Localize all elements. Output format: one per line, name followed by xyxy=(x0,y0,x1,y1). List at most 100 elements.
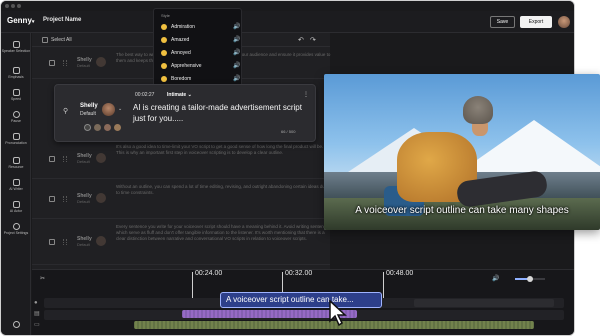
window-dot-close[interactable] xyxy=(5,4,9,8)
row-avatar xyxy=(96,193,106,203)
video-person-hat xyxy=(463,96,493,124)
resource-icon xyxy=(12,157,20,164)
speed-icon xyxy=(12,89,20,96)
help-icon xyxy=(12,321,20,328)
track-clip[interactable] xyxy=(414,299,554,307)
pin-icon[interactable]: ⚲ xyxy=(63,107,68,115)
row-text[interactable]: Without an outline, you can spend a lot … xyxy=(116,184,331,196)
style-dropdown: Style Admiration 🔊 Amazed 🔊 Annoyed 🔊 Ap… xyxy=(153,8,242,88)
drag-handle-icon[interactable] xyxy=(63,196,67,202)
style-dropdown-title: Style xyxy=(161,13,170,18)
sidebar-item-pause[interactable]: Pause xyxy=(1,111,31,123)
timeline-mark: 00:24.00 xyxy=(195,270,223,277)
speaker-icon xyxy=(12,41,20,48)
video-caption: A voiceover script outline can take many… xyxy=(355,205,569,216)
row-avatar xyxy=(96,153,106,163)
preview-speaker-icon[interactable]: 🔊 xyxy=(233,76,240,82)
redo-icon[interactable]: ↷ xyxy=(310,36,316,44)
row-avatar xyxy=(96,57,106,67)
drag-handle-icon[interactable] xyxy=(63,60,67,66)
editor-speaker-name[interactable]: Shelly xyxy=(80,103,98,109)
mouse-cursor-icon xyxy=(329,300,347,326)
row-speaker-style: Default xyxy=(77,199,90,204)
help-button[interactable] xyxy=(1,321,31,329)
caption-clip[interactable]: A voiceover script outline can take... xyxy=(220,292,382,308)
mini-avatar[interactable] xyxy=(94,124,101,131)
sidebar-item-speaker-selection[interactable]: Speaker Selection xyxy=(1,41,31,53)
style-option-admiration[interactable]: Admiration 🔊 xyxy=(161,22,240,34)
pause-icon xyxy=(12,111,20,118)
smile-icon xyxy=(161,50,167,56)
preview-speaker-icon[interactable]: 🔊 xyxy=(233,50,240,56)
track-icons: ● ▤ ▭ xyxy=(34,298,40,331)
editor-speaker-avatar[interactable] xyxy=(102,103,115,116)
row-checkbox[interactable] xyxy=(49,60,55,66)
timeline-tick xyxy=(192,272,193,298)
zoom-slider[interactable] xyxy=(515,276,545,282)
window-chrome xyxy=(1,1,574,11)
row-speaker-style: Default xyxy=(77,63,90,68)
speaker-chevron-down-icon[interactable]: ⌄ xyxy=(118,106,122,112)
list-item[interactable]: Shelly Default It's also a good idea to … xyxy=(32,141,330,179)
select-all-label: Select All xyxy=(51,37,72,43)
top-bar: Genny▾ Project Name Save Export xyxy=(1,11,574,33)
row-checkbox[interactable] xyxy=(49,196,55,202)
style-chevron-down-icon: ⌄ xyxy=(187,92,192,98)
style-option-annoyed[interactable]: Annoyed 🔊 xyxy=(161,48,240,60)
mini-avatar[interactable] xyxy=(114,124,121,131)
emphasis-icon xyxy=(12,67,20,74)
row-speaker-style: Default xyxy=(77,242,90,247)
save-button[interactable]: Save xyxy=(490,16,515,28)
sidebar-item-ai-actor[interactable]: AI Actor xyxy=(1,201,31,213)
sidebar-item-resource[interactable]: Resource xyxy=(1,157,31,169)
row-text[interactable]: Every sentence you write for your voiceo… xyxy=(116,224,331,242)
style-option-amazed[interactable]: Amazed 🔊 xyxy=(161,35,240,47)
clock-icon[interactable] xyxy=(84,124,91,131)
select-all-checkbox[interactable] xyxy=(42,37,48,43)
voice-track-icon: ● xyxy=(34,300,38,306)
volume-icon[interactable]: 🔊 xyxy=(492,275,499,282)
row-avatar xyxy=(96,236,106,246)
row-checkbox[interactable] xyxy=(49,239,55,245)
editor-style-select[interactable]: Intimate ⌄ xyxy=(167,92,192,98)
pronunciation-icon xyxy=(12,133,20,140)
window-dot-minimize[interactable] xyxy=(11,4,15,8)
editor-text[interactable]: AI is creating a tailor-made advertiseme… xyxy=(133,102,303,124)
zoom-slider-knob[interactable] xyxy=(527,276,533,282)
user-avatar[interactable] xyxy=(558,16,570,28)
sidebar-item-speed[interactable]: Speed xyxy=(1,89,31,101)
sidebar-item-emphasis[interactable]: Emphasis xyxy=(1,67,31,79)
row-text[interactable]: It's also a good idea to time-limit your… xyxy=(116,144,331,156)
window-dot-maximize[interactable] xyxy=(17,4,21,8)
app-logo[interactable]: Genny▾ xyxy=(7,16,34,25)
sidebar-item-pronunciation[interactable]: Pronunciation xyxy=(1,133,31,145)
undo-icon[interactable]: ↶ xyxy=(298,36,304,44)
style-option-apprehensive[interactable]: Apprehensive 🔊 xyxy=(161,61,240,73)
scissors-icon[interactable]: ✂ xyxy=(40,275,45,282)
timeline-tick xyxy=(383,272,384,298)
sidebar: Speaker Selection Emphasis Speed Pause P… xyxy=(1,33,31,335)
export-button[interactable]: Export xyxy=(520,16,552,28)
logo-chevron-icon: ▾ xyxy=(31,19,35,25)
row-checkbox[interactable] xyxy=(49,156,55,162)
editor-timestamp: 00:02:27 xyxy=(135,92,155,98)
preview-speaker-icon[interactable]: 🔊 xyxy=(233,24,240,30)
drag-handle-icon[interactable] xyxy=(63,156,67,162)
row-speaker-style: Default xyxy=(77,159,90,164)
more-options-icon[interactable]: ⋮ xyxy=(303,91,309,98)
mini-avatar[interactable] xyxy=(104,124,111,131)
list-item[interactable]: Shelly Default Without an outline, you c… xyxy=(32,181,330,219)
timeline-mark: 00:48.00 xyxy=(386,270,414,277)
timeline-mark: 00:32.00 xyxy=(285,270,313,277)
preview-speaker-icon[interactable]: 🔊 xyxy=(233,63,240,69)
preview-speaker-icon[interactable]: 🔊 xyxy=(233,37,240,43)
project-name[interactable]: Project Name xyxy=(43,17,81,23)
smile-icon xyxy=(161,37,167,43)
drag-handle-icon[interactable] xyxy=(63,239,67,245)
ai-writer-icon xyxy=(12,179,20,186)
sidebar-item-project-settings[interactable]: Project Settings xyxy=(1,223,31,235)
sidebar-item-ai-writer[interactable]: AI Writer xyxy=(1,179,31,191)
video-preview[interactable]: A voiceover script outline can take many… xyxy=(324,74,600,230)
music-track-icon: ▭ xyxy=(34,322,40,328)
list-item[interactable]: Shelly Default Every sentence you write … xyxy=(32,221,331,265)
